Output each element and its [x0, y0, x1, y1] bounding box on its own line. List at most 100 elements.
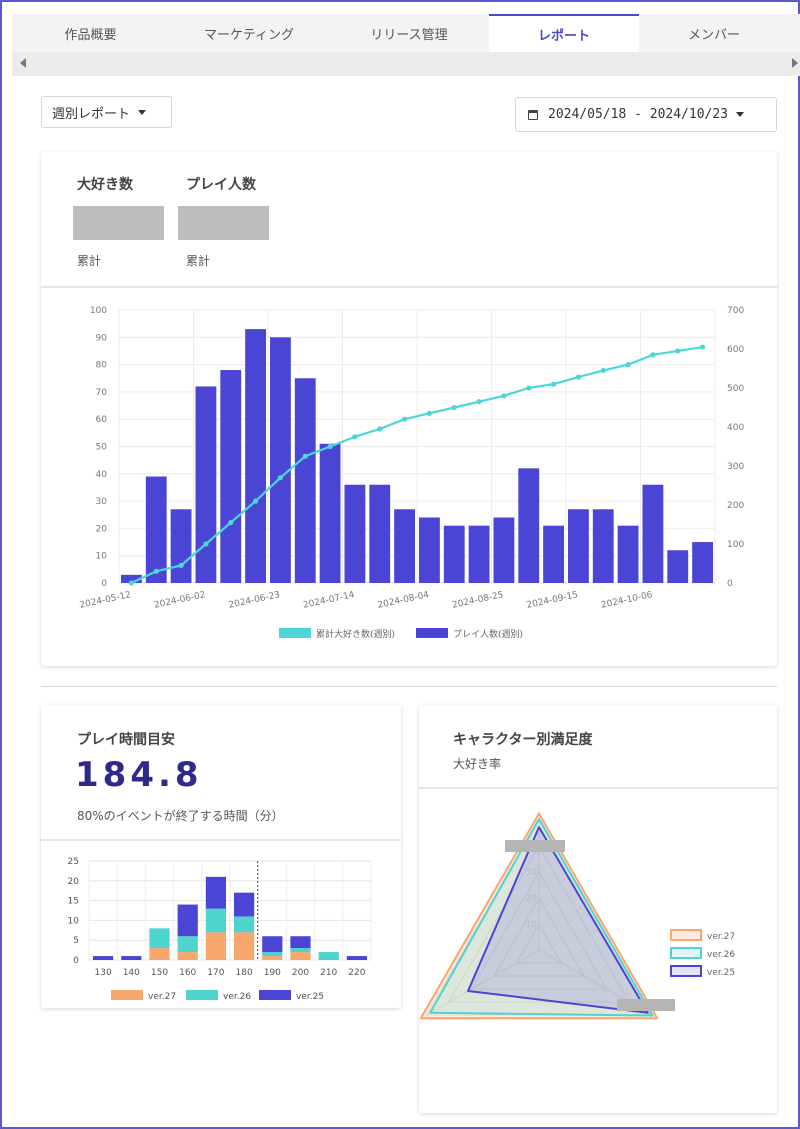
bar	[145, 476, 167, 583]
line-point	[600, 367, 606, 374]
date-range-picker[interactable]: 2024/05/18 - 2024/10/23	[515, 97, 777, 132]
y-right-tick: 0	[727, 579, 733, 589]
line-point	[625, 362, 631, 368]
tab-marketing[interactable]: マーケティング	[169, 14, 329, 52]
bar	[493, 517, 515, 583]
legend-swatch	[111, 990, 143, 1000]
bar	[170, 509, 192, 583]
hist-bar	[177, 952, 198, 960]
tab-scroll-bar	[12, 52, 800, 76]
line-point	[675, 348, 681, 354]
line-point	[550, 381, 557, 387]
y-left-tick: 60	[96, 415, 108, 425]
y-left-tick: 90	[96, 333, 108, 343]
hist-bar	[234, 932, 255, 960]
scroll-right-icon[interactable]	[792, 58, 798, 68]
bar	[518, 468, 540, 583]
hist-bar	[290, 952, 311, 960]
line-point	[153, 568, 159, 574]
bar	[344, 484, 366, 583]
hist-bar	[234, 916, 255, 933]
x-tick: 2024-08-04	[377, 590, 431, 611]
line-point	[401, 416, 408, 422]
divider	[41, 286, 777, 288]
playtime-value: 184.8	[75, 755, 203, 795]
bar	[369, 484, 391, 583]
y-tick: 25	[68, 857, 79, 867]
tab-members[interactable]: メンバー	[639, 14, 789, 52]
divider	[419, 787, 777, 789]
hist-bar	[262, 956, 283, 960]
y-right-tick: 600	[727, 345, 744, 355]
y-right-tick: 300	[727, 462, 744, 472]
players-value-redacted	[178, 206, 269, 240]
bar	[592, 509, 614, 583]
report-type-dropdown[interactable]: 週別レポート	[41, 96, 172, 128]
y-left-tick: 50	[96, 443, 108, 453]
legend-swatch	[670, 965, 702, 977]
x-tick: 2024-06-02	[153, 590, 206, 611]
x-tick: 2024-08-25	[451, 590, 504, 611]
hist-bar	[346, 956, 367, 960]
line-point	[377, 426, 383, 432]
hist-bar	[121, 956, 142, 960]
tab-bar: 作品概要 マーケティング リリース管理 レポート メンバー	[12, 14, 800, 52]
bar	[195, 386, 217, 583]
chevron-down-icon	[736, 112, 745, 117]
bar	[568, 509, 589, 583]
line-point	[352, 434, 358, 440]
bar	[543, 525, 564, 583]
bar	[443, 525, 465, 583]
x-tick: 2024-06-23	[228, 590, 281, 611]
bar	[667, 550, 689, 583]
y-left-tick: 20	[96, 524, 108, 534]
hist-bar	[290, 936, 311, 949]
tab-release[interactable]: リリース管理	[329, 14, 489, 52]
tab-overview[interactable]: 作品概要	[12, 14, 169, 52]
y-right-tick: 700	[727, 306, 744, 316]
hist-bar	[149, 928, 170, 949]
y-left-tick: 40	[96, 470, 108, 480]
y-tick: 5	[73, 936, 79, 946]
y-left-tick: 100	[90, 306, 107, 316]
hist-bar	[234, 892, 255, 917]
y-right-tick: 100	[727, 540, 744, 550]
y-tick: 20	[68, 877, 80, 887]
line-point	[501, 393, 507, 399]
line-point	[650, 352, 656, 358]
x-tick: 180	[236, 968, 253, 978]
radial-tick: 20	[526, 894, 538, 904]
playtime-caption: 80%のイベントが終了する時間（分）	[77, 809, 284, 823]
section-divider	[41, 686, 777, 687]
radial-tick: 30	[526, 868, 538, 878]
tab-report[interactable]: レポート	[489, 14, 639, 52]
favorites-title: 大好き数	[77, 177, 133, 193]
x-tick: 220	[348, 968, 365, 978]
x-tick: 200	[292, 968, 309, 978]
scroll-left-icon[interactable]	[20, 58, 26, 68]
calendar-icon	[528, 109, 538, 120]
bar	[642, 484, 664, 583]
y-left-tick: 30	[96, 497, 108, 507]
playtime-title: プレイ時間目安	[77, 732, 175, 748]
radial-tick: 10	[526, 920, 538, 930]
weekly-chart: 0 10 20 30 40 50 60 70 80 90 100 0 100 200 300 400 500 60…	[79, 306, 745, 640]
bar	[692, 542, 713, 583]
hist-bar	[205, 876, 226, 909]
playtime-histogram: 0 5 10 15 20 25 130 140 150 160 170 180 190 200 210 220…	[68, 857, 372, 1002]
line-point	[178, 562, 184, 569]
hist-bar	[177, 936, 198, 953]
legend-label: ver.26	[223, 992, 251, 1002]
y-left-tick: 0	[101, 579, 107, 589]
x-tick: 150	[151, 968, 168, 978]
bar	[394, 509, 415, 583]
y-right-tick: 400	[727, 423, 744, 433]
line-point	[327, 443, 333, 450]
y-tick: 15	[68, 897, 79, 907]
line-point	[228, 519, 234, 526]
y-left-tick: 80	[96, 361, 108, 371]
line-point	[203, 541, 209, 547]
x-tick: 170	[207, 968, 224, 978]
legend-swatch-bar	[416, 628, 448, 638]
bar	[220, 370, 242, 583]
